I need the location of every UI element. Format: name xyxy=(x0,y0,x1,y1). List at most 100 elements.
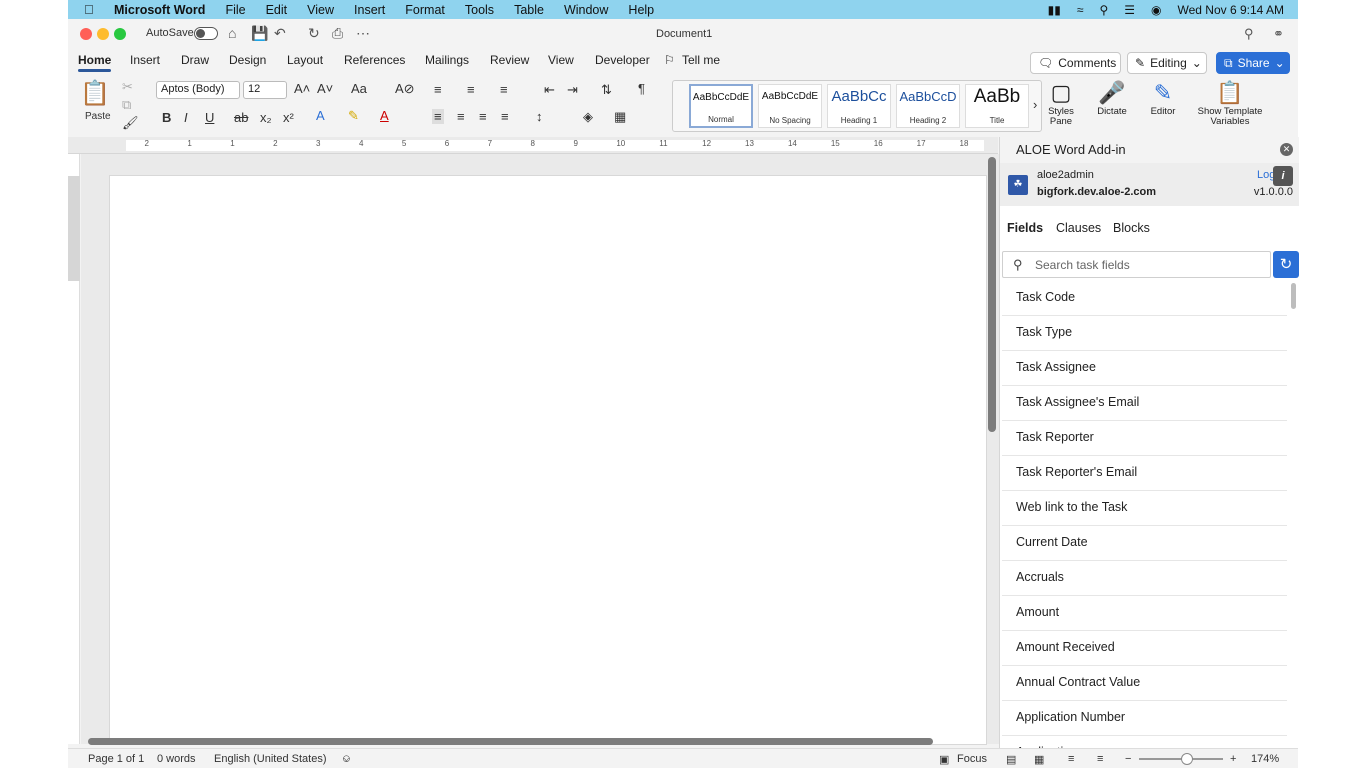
list-item[interactable]: Task Reporter xyxy=(1002,421,1287,456)
focus-icon[interactable]: ▣ xyxy=(939,753,949,766)
pane-scrollbar[interactable] xyxy=(1291,283,1296,309)
tab-design[interactable]: Design xyxy=(229,53,266,67)
multilevel-list-icon[interactable]: ≡ xyxy=(500,82,508,97)
clear-format-icon[interactable]: A⊘ xyxy=(395,81,415,97)
tab-mailings[interactable]: Mailings xyxy=(425,53,469,67)
tab-review[interactable]: Review xyxy=(490,53,529,67)
search-icon[interactable]: ⚲ xyxy=(1244,26,1254,42)
format-painter-icon[interactable]: 🖌 xyxy=(122,115,139,131)
list-item[interactable]: Web link to the Task xyxy=(1002,491,1287,526)
font-name-combo[interactable]: Aptos (Body) xyxy=(156,81,240,99)
highlight-icon[interactable]: ✎ xyxy=(348,108,359,124)
battery-icon[interactable]: ▮▮ xyxy=(1048,3,1061,17)
zoom-slider-thumb[interactable] xyxy=(1181,753,1193,765)
pilcrow-icon[interactable]: ¶ xyxy=(638,81,645,96)
tab-references[interactable]: References xyxy=(344,53,405,67)
control-center-icon[interactable]: ☰ xyxy=(1124,3,1135,17)
list-item[interactable]: Task Type xyxy=(1002,316,1287,351)
zoom-window-button[interactable] xyxy=(114,28,126,40)
line-spacing-icon[interactable]: ↕ xyxy=(536,109,543,124)
zoom-level[interactable]: 174% xyxy=(1251,753,1279,765)
list-item[interactable]: Task Reporter's Email xyxy=(1002,456,1287,491)
bullets-icon[interactable]: ≡ xyxy=(434,82,442,97)
increase-indent-icon[interactable]: ⇥ xyxy=(567,82,578,98)
tab-clauses[interactable]: Clauses xyxy=(1056,221,1101,235)
clipboard-icon[interactable]: 📋 xyxy=(80,79,110,108)
save-icon[interactable]: 💾 xyxy=(251,25,268,42)
home-icon[interactable]: ⌂ xyxy=(228,25,236,41)
grow-font-icon[interactable]: A˄ xyxy=(294,81,310,96)
language[interactable]: English (United States) xyxy=(214,753,327,765)
document-area[interactable] xyxy=(81,154,999,745)
search-input[interactable] xyxy=(1035,256,1265,274)
font-size-combo[interactable]: 12 xyxy=(243,81,287,99)
undo-icon[interactable]: ↶ xyxy=(274,25,286,42)
bold-icon[interactable]: B xyxy=(162,110,171,125)
outline-view-icon[interactable]: ≡ xyxy=(1068,753,1074,765)
menu-view[interactable]: View xyxy=(307,3,334,17)
style-normal[interactable]: AaBbCcDdE Normal xyxy=(689,84,753,128)
tab-view[interactable]: View xyxy=(548,53,574,67)
autosave-toggle[interactable] xyxy=(194,27,218,40)
menu-edit[interactable]: Edit xyxy=(266,3,288,17)
vertical-ruler[interactable] xyxy=(68,154,80,744)
tab-layout[interactable]: Layout xyxy=(287,53,323,67)
editor-button[interactable]: ✎ Editor xyxy=(1145,79,1181,117)
vertical-scrollbar[interactable] xyxy=(988,157,996,432)
minimize-window-button[interactable] xyxy=(97,28,109,40)
dictate-button[interactable]: 🎤 Dictate xyxy=(1094,79,1130,117)
refresh-button[interactable]: ↻ xyxy=(1273,251,1299,278)
horizontal-scrollbar[interactable] xyxy=(88,738,933,745)
more-icon[interactable]: ⋯ xyxy=(356,25,370,42)
justify-icon[interactable]: ≡ xyxy=(501,109,509,124)
tab-home[interactable]: Home xyxy=(78,53,112,72)
tab-fields[interactable]: Fields xyxy=(1007,221,1043,235)
account-icon[interactable]: ⚭ xyxy=(1273,26,1284,42)
copy-icon[interactable]: ⧉ xyxy=(122,97,131,113)
word-count[interactable]: 0 words xyxy=(157,753,196,765)
list-item[interactable]: Task Code xyxy=(1002,281,1287,316)
zoom-out-icon[interactable]: − xyxy=(1125,753,1131,765)
close-icon[interactable]: ✕ xyxy=(1280,143,1293,156)
apple-icon[interactable]:  xyxy=(84,2,104,17)
tab-insert[interactable]: Insert xyxy=(130,53,160,67)
style-heading-2[interactable]: AaBbCcD Heading 2 xyxy=(896,84,960,128)
list-item[interactable]: Task Assignee xyxy=(1002,351,1287,386)
align-center-icon[interactable]: ≡ xyxy=(457,109,465,124)
close-window-button[interactable] xyxy=(80,28,92,40)
align-left-icon[interactable]: ≡ xyxy=(432,109,444,124)
share-button[interactable]: ⧉ Share ⌄ xyxy=(1216,52,1290,74)
horizontal-ruler[interactable]: 2 1 1 2 3 4 5 6 7 8 9 10 11 12 13 14 15 16 17 18 xyxy=(68,137,998,154)
numbering-icon[interactable]: ≡ xyxy=(467,82,475,97)
accessibility-icon[interactable]: ⎉ xyxy=(342,753,351,766)
text-effects-icon[interactable]: A xyxy=(316,108,325,123)
underline-icon[interactable]: U xyxy=(205,110,214,125)
change-case-icon[interactable]: Aa xyxy=(351,81,367,96)
tab-draw[interactable]: Draw xyxy=(181,53,209,67)
superscript-icon[interactable]: x² xyxy=(283,110,294,125)
menu-format[interactable]: Format xyxy=(405,3,445,17)
list-item[interactable]: Amount Received xyxy=(1002,631,1287,666)
align-right-icon[interactable]: ≡ xyxy=(479,109,487,124)
shading-icon[interactable]: ◈ xyxy=(583,109,593,125)
paste-label[interactable]: Paste xyxy=(85,111,111,122)
style-heading-1[interactable]: AaBbCc Heading 1 xyxy=(827,84,891,128)
menu-app-name[interactable]: Microsoft Word xyxy=(114,3,205,17)
shrink-font-icon[interactable]: A˅ xyxy=(317,81,333,96)
decrease-indent-icon[interactable]: ⇤ xyxy=(544,82,555,98)
tab-blocks[interactable]: Blocks xyxy=(1113,221,1150,235)
font-color-icon[interactable]: A xyxy=(380,108,389,123)
document-page[interactable] xyxy=(109,175,987,745)
tab-developer[interactable]: Developer xyxy=(595,53,650,67)
sort-icon[interactable]: ⇅ xyxy=(601,82,612,98)
style-no-spacing[interactable]: AaBbCcDdE No Spacing xyxy=(758,84,822,128)
menu-window[interactable]: Window xyxy=(564,3,608,17)
comments-button[interactable]: 🗨 Comments xyxy=(1030,52,1121,74)
subscript-icon[interactable]: x₂ xyxy=(260,110,272,125)
print-layout-icon[interactable]: ▤ xyxy=(1006,753,1016,766)
info-icon[interactable]: i xyxy=(1273,166,1293,186)
zoom-in-icon[interactable]: + xyxy=(1230,753,1236,765)
italic-icon[interactable]: I xyxy=(184,110,188,125)
list-item[interactable]: Current Date xyxy=(1002,526,1287,561)
list-item[interactable]: Accruals xyxy=(1002,561,1287,596)
